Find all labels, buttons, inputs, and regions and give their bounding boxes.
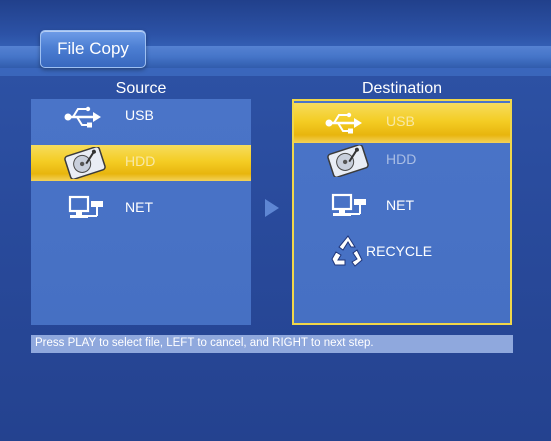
source-list: USB HDD NET bbox=[31, 99, 251, 325]
destination-item-label: RECYCLE bbox=[366, 243, 433, 259]
destination-list: USB HDD NET RECYCLE bbox=[292, 99, 512, 325]
source-header: Source bbox=[115, 80, 167, 97]
destination-item-hdd[interactable]: HDD bbox=[294, 143, 510, 179]
destination-item-label: NET bbox=[386, 197, 414, 213]
network-computer-icon bbox=[331, 193, 366, 216]
source-item-label: USB bbox=[125, 107, 154, 123]
source-item-net[interactable]: NET bbox=[31, 191, 251, 227]
destination-item-usb[interactable]: USB bbox=[294, 103, 510, 143]
top-bar: File Copy bbox=[0, 0, 551, 76]
title-tab: File Copy bbox=[40, 30, 146, 68]
source-item-label: NET bbox=[125, 199, 153, 215]
destination-item-label: HDD bbox=[386, 151, 417, 167]
destination-header: Destination bbox=[361, 80, 443, 97]
usb-icon bbox=[325, 112, 362, 134]
source-item-label: HDD bbox=[125, 153, 156, 169]
hard-disk-icon bbox=[64, 147, 106, 179]
destination-item-label: USB bbox=[386, 113, 415, 129]
file-copy-screen: File Copy Source Destination USB HDD NET… bbox=[0, 0, 551, 441]
usb-icon bbox=[64, 106, 101, 128]
page-title: File Copy bbox=[57, 39, 129, 58]
network-computer-icon bbox=[68, 195, 103, 218]
source-item-hdd[interactable]: HDD bbox=[31, 145, 251, 181]
status-bar: Press PLAY to select file, LEFT to cance… bbox=[31, 335, 513, 353]
destination-item-recycle[interactable]: RECYCLE bbox=[294, 231, 510, 271]
next-step-arrow-icon bbox=[265, 199, 279, 217]
destination-item-net[interactable]: NET bbox=[294, 189, 510, 225]
source-item-usb[interactable]: USB bbox=[31, 99, 251, 135]
recycle-icon bbox=[331, 235, 363, 267]
hard-disk-icon bbox=[327, 145, 369, 177]
status-hint: Press PLAY to select file, LEFT to cance… bbox=[35, 337, 374, 349]
